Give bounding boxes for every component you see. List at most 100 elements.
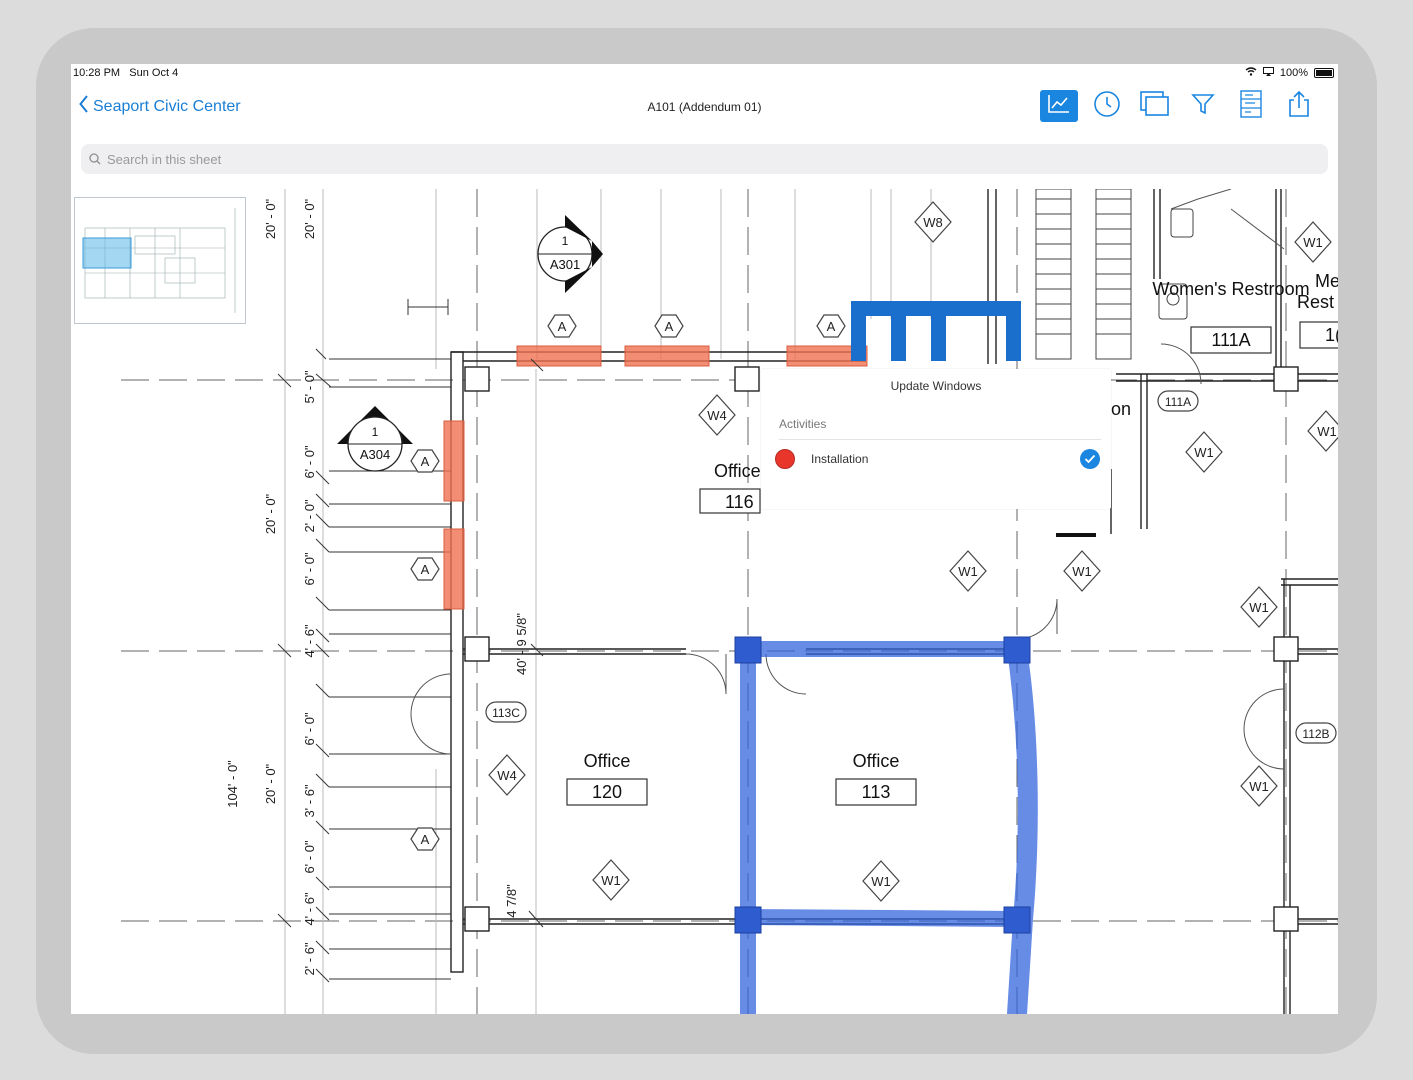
chart-icon — [1047, 94, 1071, 119]
window-tag[interactable]: W1 — [1240, 586, 1278, 628]
status-bar: 10:28 PM Sun Oct 4 100% — [71, 64, 1338, 84]
svg-text:2' - 0": 2' - 0" — [302, 499, 317, 532]
svg-text:6' - 0": 6' - 0" — [302, 552, 317, 585]
svg-text:20' - 0": 20' - 0" — [302, 198, 317, 239]
wall-tag[interactable]: A — [547, 314, 577, 338]
svg-text:2' - 6": 2' - 6" — [302, 942, 317, 975]
section-marker-a304[interactable]: 1 A304 — [337, 406, 413, 472]
window-tag[interactable]: W4 — [488, 754, 526, 796]
svg-text:5' - 0": 5' - 0" — [302, 370, 317, 403]
activity-popup[interactable]: Update Windows Activities Installation — [761, 369, 1111, 509]
svg-text:A: A — [421, 454, 430, 469]
history-button[interactable] — [1088, 90, 1126, 122]
sheet-search-bar[interactable] — [81, 144, 1328, 174]
svg-text:40' - 9 5/8": 40' - 9 5/8" — [514, 613, 529, 675]
svg-text:104' - 0": 104' - 0" — [225, 760, 240, 808]
window-tag[interactable]: W1 — [1063, 550, 1101, 592]
room-office-113[interactable]: Office 113 — [835, 751, 917, 806]
sheet-minimap[interactable] — [74, 197, 246, 324]
svg-text:Me: Me — [1315, 271, 1338, 291]
svg-text:W1: W1 — [958, 564, 978, 579]
status-indicators: 100% — [1245, 67, 1334, 79]
svg-text:W1: W1 — [1072, 564, 1092, 579]
filter-button[interactable] — [1184, 90, 1222, 122]
checkmark-icon[interactable] — [1080, 449, 1100, 469]
status-date: Sun Oct 4 — [129, 67, 179, 79]
svg-text:111A: 111A — [1165, 395, 1191, 409]
window-tag[interactable]: W1 — [862, 860, 900, 902]
window-tag[interactable]: W1 — [949, 550, 987, 592]
window-tag[interactable]: W8 — [914, 201, 952, 243]
share-icon — [1287, 90, 1311, 123]
window-tag[interactable]: W1 — [1240, 765, 1278, 807]
svg-text:W4: W4 — [707, 408, 727, 423]
svg-text:4' - 6": 4' - 6" — [302, 892, 317, 925]
app-screen: 10:28 PM Sun Oct 4 100% Seaport Civic Ce… — [71, 64, 1338, 1014]
svg-text:Office: Office — [714, 461, 761, 481]
wall-tag[interactable]: A — [816, 314, 846, 338]
window-tag[interactable]: W4 — [698, 394, 736, 436]
svg-text:W1: W1 — [1249, 600, 1269, 615]
svg-text:3' - 6": 3' - 6" — [302, 784, 317, 817]
svg-text:Office: Office — [584, 751, 631, 771]
room-office-120[interactable]: Office 120 — [566, 751, 648, 806]
svg-text:A: A — [827, 319, 836, 334]
background-linework — [284, 189, 932, 1014]
share-button[interactable] — [1280, 90, 1318, 122]
status-time-date: 10:28 PM Sun Oct 4 — [73, 67, 178, 79]
stairs — [1035, 189, 1194, 360]
popup-divider — [779, 439, 1101, 440]
chart-tool-button[interactable] — [1040, 90, 1078, 122]
svg-text:20' - 0": 20' - 0" — [263, 763, 278, 804]
window-tag[interactable]: W1 — [1185, 431, 1223, 473]
window-tag[interactable]: W1 — [1294, 221, 1332, 263]
door-tag[interactable]: 113C — [485, 701, 527, 723]
wall-tag[interactable]: A — [410, 557, 440, 581]
section-marker-num: 1 — [372, 425, 379, 439]
sheet-list-button[interactable] — [1232, 89, 1270, 123]
svg-text:1(: 1( — [1325, 325, 1338, 345]
svg-text:A: A — [665, 319, 674, 334]
section-marker-sheet: A301 — [550, 257, 580, 272]
room-office-116[interactable]: Office 116 — [699, 461, 761, 514]
section-marker-num: 1 — [562, 234, 569, 248]
search-icon — [89, 153, 101, 165]
svg-text:W1: W1 — [1303, 235, 1323, 250]
svg-text:Women's Restroom: Women's Restroom — [1152, 279, 1309, 299]
wall-tag[interactable]: A — [410, 449, 440, 473]
popup-title: Update Windows — [890, 379, 982, 393]
svg-text:A: A — [421, 832, 430, 847]
svg-text:116: 116 — [725, 492, 754, 512]
svg-text:20' - 0": 20' - 0" — [263, 198, 278, 239]
activity-row-installation[interactable]: Installation — [775, 444, 1100, 474]
wall-tag[interactable]: A — [410, 827, 440, 851]
svg-text:4' - 6": 4' - 6" — [302, 624, 317, 657]
section-marker-a301[interactable]: 1 A301 — [537, 215, 603, 293]
door-tag[interactable]: 112B — [1295, 722, 1337, 744]
svg-text:113C: 113C — [492, 706, 520, 720]
window-tag[interactable]: W1 — [592, 859, 630, 901]
battery-icon — [1314, 68, 1334, 78]
svg-text:Rest: Rest — [1297, 292, 1334, 312]
svg-text:W8: W8 — [923, 215, 943, 230]
dimension-labels: 20' - 0" 20' - 0" 20' - 0" 104' - 0" 20'… — [225, 198, 529, 975]
svg-text:120: 120 — [592, 782, 622, 802]
floor-plan-canvas[interactable]: 1 A301 1 A304 A A A A A A W8 W4 W4 W1 W1… — [71, 189, 1338, 1014]
layers-button[interactable] — [1136, 90, 1174, 122]
svg-text:6' - 0": 6' - 0" — [302, 445, 317, 478]
svg-text:6' - 0": 6' - 0" — [302, 712, 317, 745]
battery-percent: 100% — [1279, 67, 1308, 79]
sheet-list-icon — [1239, 89, 1263, 123]
activities-section-label: Activities — [779, 417, 827, 431]
search-input[interactable] — [105, 150, 1309, 168]
svg-text:112B: 112B — [1302, 727, 1329, 741]
window-tag[interactable]: W1 — [1307, 410, 1338, 452]
filter-icon — [1191, 92, 1215, 121]
room-label-partial: on — [1111, 399, 1131, 419]
wall-tag[interactable]: A — [654, 314, 684, 338]
svg-text:W1: W1 — [1317, 424, 1337, 439]
floor-plan-drawing[interactable]: 1 A301 1 A304 A A A A A A W8 W4 W4 W1 W1… — [71, 189, 1338, 1014]
activity-label: Installation — [811, 452, 869, 466]
minimap-drawing — [82, 208, 236, 313]
door-tag[interactable]: 111A — [1157, 390, 1199, 412]
